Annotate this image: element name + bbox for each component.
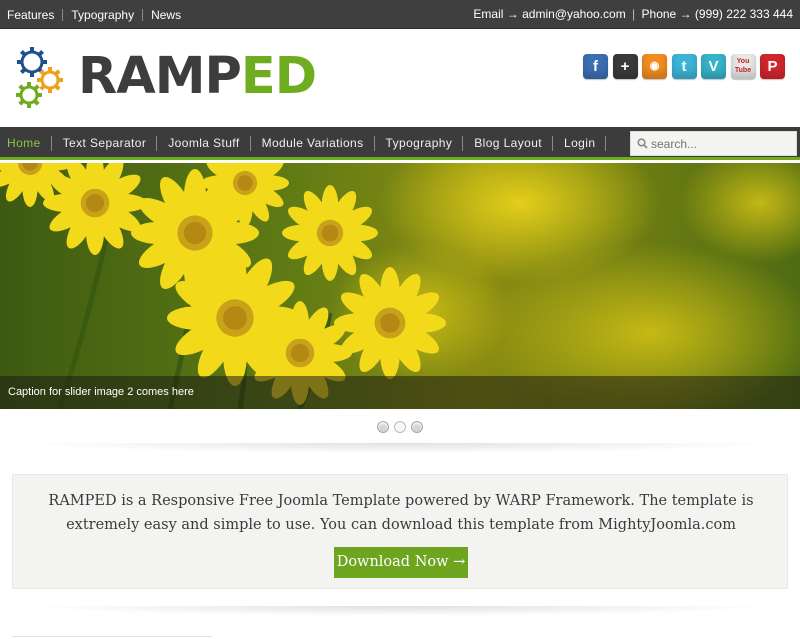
slider-pagination <box>377 421 428 433</box>
intro-box: RAMPED is a Responsive Free Joomla Templ… <box>12 474 788 589</box>
divider <box>20 443 780 453</box>
top-bar: Features Typography News Email → admin@y… <box>0 0 800 29</box>
vimeo-glyph: V <box>708 58 719 75</box>
separator <box>142 9 144 21</box>
nav-item-module-variations[interactable]: Module Variations <box>251 127 375 157</box>
search-input[interactable] <box>651 132 791 155</box>
pinterest-icon[interactable]: P <box>760 54 785 79</box>
nav-item-home[interactable]: Home <box>0 127 52 157</box>
gears-icon <box>16 47 63 108</box>
email-label: Email <box>473 7 504 21</box>
logo-text-green: ED <box>240 47 317 106</box>
main-menu: Home Text Separator Joomla Stuff Module … <box>0 127 607 157</box>
nav-item-blog-layout[interactable]: Blog Layout <box>463 127 553 157</box>
youtube-icon[interactable]: You Tube <box>730 54 756 79</box>
twitter-glyph: t <box>681 58 687 75</box>
contact-info: Email → admin@yahoo.com | Phone → (999) … <box>473 7 793 21</box>
arrow-icon: → <box>506 7 519 21</box>
search-icon <box>637 138 648 149</box>
separator <box>62 9 64 21</box>
rss-glyph: ◉ <box>649 60 660 72</box>
slide-caption: Caption for slider image 2 comes here <box>0 376 800 409</box>
youtube-glyph: You Tube <box>734 58 752 74</box>
logo-wordmark: RAMPED <box>78 46 317 108</box>
image-slider[interactable] <box>0 163 800 409</box>
divider <box>20 606 780 616</box>
phone-number: (999) 222 333 444 <box>694 7 793 21</box>
vimeo-icon[interactable]: V <box>701 54 726 79</box>
arrow-icon: → <box>679 7 692 21</box>
pinterest-glyph: P <box>767 58 778 75</box>
phone-label: Phone <box>641 7 677 21</box>
google-plus-glyph: + <box>620 58 630 75</box>
facebook-icon[interactable]: f <box>583 54 608 79</box>
logo-text-dark: RAMP <box>78 47 242 106</box>
nav-item-typography[interactable]: Typography <box>375 127 464 157</box>
top-link-typography[interactable]: Typography <box>71 8 134 22</box>
download-now-button[interactable]: Download Now → <box>334 547 468 578</box>
google-plus-icon[interactable]: + <box>612 54 638 79</box>
site-logo[interactable]: RAMPED <box>14 46 317 112</box>
slider-dot-1[interactable] <box>377 421 389 433</box>
rss-icon[interactable]: ◉ <box>642 54 667 79</box>
nav-item-joomla-stuff[interactable]: Joomla Stuff <box>157 127 251 157</box>
footer-rule <box>12 636 212 637</box>
top-link-news[interactable]: News <box>151 8 181 22</box>
contact-separator: | <box>632 7 636 21</box>
search-box <box>630 131 797 156</box>
intro-text: RAMPED is a Responsive Free Joomla Templ… <box>48 493 754 533</box>
top-link-features[interactable]: Features <box>7 8 54 22</box>
nav-item-login[interactable]: Login <box>553 127 607 157</box>
facebook-glyph: f <box>593 58 598 75</box>
slide-image <box>0 163 800 409</box>
social-icons: f + ◉ t V You Tube P <box>579 54 785 79</box>
main-navigation: Home Text Separator Joomla Stuff Module … <box>0 127 800 160</box>
nav-item-text-separator[interactable]: Text Separator <box>52 127 158 157</box>
top-nav: Features Typography News <box>7 8 181 22</box>
email-link[interactable]: admin@yahoo.com <box>522 7 626 21</box>
slider-dot-2[interactable] <box>394 421 406 433</box>
slider-dot-3[interactable] <box>411 421 423 433</box>
twitter-icon[interactable]: t <box>671 54 697 79</box>
